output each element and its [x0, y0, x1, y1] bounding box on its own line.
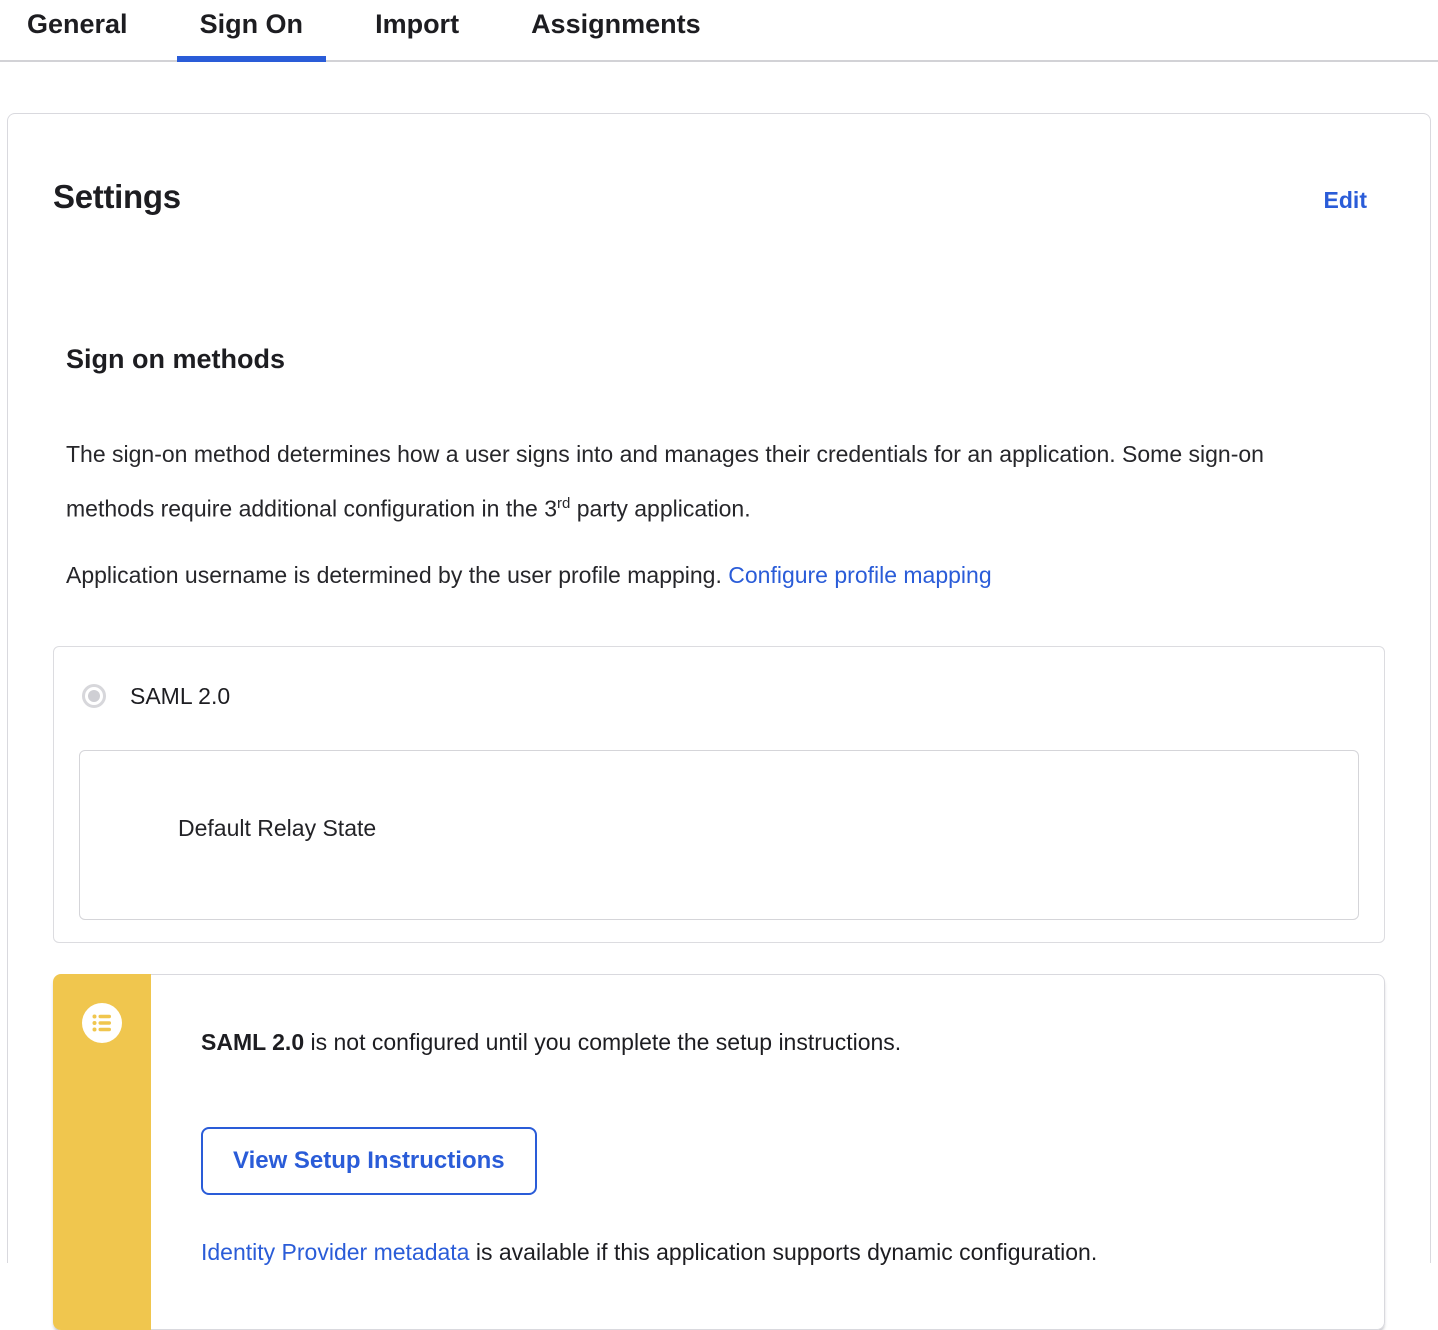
description-text-end: party application.	[570, 496, 750, 522]
metadata-line-rest: is available if this application support…	[469, 1239, 1097, 1265]
sign-on-methods-heading: Sign on methods	[66, 344, 1385, 375]
tab-sign-on[interactable]: Sign On	[177, 0, 327, 60]
view-setup-instructions-button[interactable]: View Setup Instructions	[201, 1127, 537, 1195]
sign-on-methods-section: Sign on methods The sign-on method deter…	[66, 344, 1385, 590]
saml-warning-callout: SAML 2.0 is not configured until you com…	[53, 974, 1385, 1330]
tab-assignments[interactable]: Assignments	[508, 0, 724, 60]
username-mapping-line: Application username is determined by th…	[66, 561, 1385, 590]
sign-on-methods-description: The sign-on method determines how a user…	[66, 429, 1296, 534]
settings-title: Settings	[53, 178, 181, 216]
username-mapping-text: Application username is determined by th…	[66, 562, 728, 588]
saml-method-box: SAML 2.0 Default Relay State	[53, 646, 1385, 943]
relay-state-panel: Default Relay State	[79, 750, 1359, 920]
tab-import[interactable]: Import	[352, 0, 482, 60]
configure-profile-mapping-link[interactable]: Configure profile mapping	[728, 562, 991, 588]
callout-warning-stripe	[53, 974, 151, 1330]
tab-general[interactable]: General	[4, 0, 151, 60]
settings-card: Settings Edit Sign on methods The sign-o…	[7, 113, 1431, 1263]
saml-radio-label: SAML 2.0	[130, 683, 230, 710]
callout-body: SAML 2.0 is not configured until you com…	[151, 974, 1385, 1330]
saml-radio-row: SAML 2.0	[54, 647, 1384, 710]
callout-message: SAML 2.0 is not configured until you com…	[201, 1029, 1344, 1056]
identity-provider-metadata-link[interactable]: Identity Provider metadata	[201, 1239, 469, 1265]
callout-message-rest: is not configured until you complete the…	[304, 1029, 901, 1055]
default-relay-state-label: Default Relay State	[178, 815, 376, 841]
edit-link[interactable]: Edit	[1324, 187, 1367, 214]
app-tab-bar: General Sign On Import Assignments	[0, 0, 1438, 62]
saml-radio-button[interactable]	[82, 684, 106, 708]
list-icon	[82, 1003, 122, 1043]
settings-header: Settings Edit	[53, 156, 1385, 238]
callout-message-bold: SAML 2.0	[201, 1029, 304, 1055]
description-superscript: rd	[557, 495, 570, 512]
